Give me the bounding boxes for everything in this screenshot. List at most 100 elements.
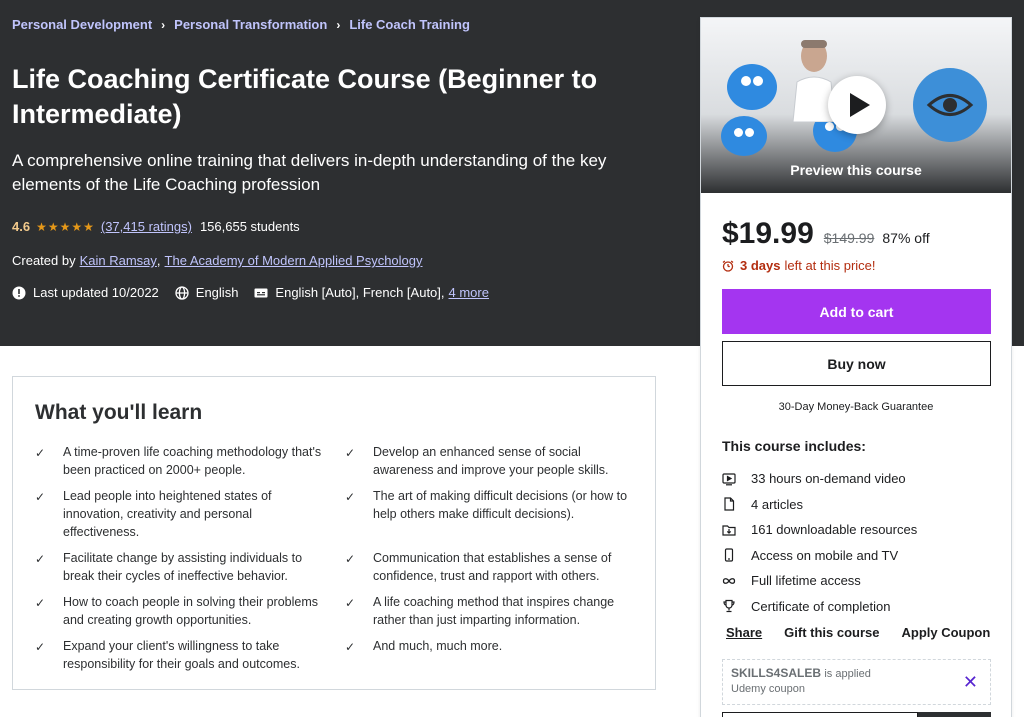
buy-now-button[interactable]: Buy now <box>722 341 991 386</box>
includes-list: 33 hours on-demand video 4 articles 161 … <box>722 466 992 619</box>
list-item: 4 articles <box>722 492 992 518</box>
last-updated: Last updated 10/2022 <box>12 285 159 300</box>
breadcrumb-personal-development[interactable]: Personal Development <box>12 17 152 32</box>
list-item: 161 downloadable resources <box>722 517 992 543</box>
apply-coupon-button[interactable]: Apply Coupon <box>902 625 991 640</box>
breadcrumb: Personal Development › Personal Transfor… <box>12 17 470 32</box>
money-back-guarantee: 30-Day Money-Back Guarantee <box>778 401 934 413</box>
list-item: ✓ A time-proven life coaching methodology… <box>35 443 345 479</box>
discount-percent: 87% off <box>882 230 930 246</box>
purchase-sidebar: Preview this course $19.99 $149.99 87% o… <box>700 17 1012 717</box>
breadcrumb-life-coach-training[interactable]: Life Coach Training <box>349 17 470 32</box>
created-by-label: Created by <box>12 253 76 268</box>
globe-icon <box>175 285 189 300</box>
include-text: 4 articles <box>751 496 804 512</box>
learn-text: Lead people into heightened states of in… <box>63 489 272 539</box>
original-price: $149.99 <box>823 230 875 246</box>
include-text: 161 downloadable resources <box>751 522 918 538</box>
list-item: ✓ Communication that establishes a sense … <box>345 549 635 585</box>
last-updated-text: Last updated 10/2022 <box>33 285 159 300</box>
author-link-academy[interactable]: The Academy of Modern Applied Psychology <box>165 253 423 268</box>
course-headline: A comprehensive online training that del… <box>12 151 607 194</box>
price-timer: 3 days left at this price! <box>722 258 876 273</box>
star-rating-icon: ★★★★★ <box>36 219 95 234</box>
list-item: ✓ Develop an enhanced sense of social awa… <box>345 443 635 479</box>
trophy-icon <box>722 599 736 613</box>
learn-text: A time-proven life coaching methodology … <box>63 445 322 477</box>
include-text: 33 hours on-demand video <box>751 471 906 487</box>
mobile-icon <box>722 548 736 562</box>
learn-text: Develop an enhanced sense of social awar… <box>373 445 609 477</box>
check-icon: ✓ <box>35 552 46 566</box>
list-item: Access on mobile and TV <box>722 543 992 569</box>
breadcrumb-personal-transformation[interactable]: Personal Transformation <box>174 17 327 32</box>
learn-text: A life coaching method that inspires cha… <box>373 595 615 627</box>
coupon-input[interactable] <box>722 712 918 717</box>
preview-label: Preview this course <box>790 162 922 178</box>
captions-text: English [Auto], French [Auto], <box>275 285 445 300</box>
includes-title: This course includes: <box>722 438 866 454</box>
page-title: Life Coaching Certificate Course (Beginn… <box>12 64 598 129</box>
check-icon: ✓ <box>345 596 356 610</box>
language-text: English <box>195 285 239 300</box>
chevron-right-icon: › <box>161 17 166 32</box>
more-captions-link[interactable]: 4 more <box>449 285 489 300</box>
price-row: $19.99 $149.99 87% off <box>722 217 930 251</box>
check-icon: ✓ <box>35 596 46 610</box>
list-item: ✓ A life coaching method that inspires ch… <box>345 593 635 629</box>
course-actions: Share Gift this course Apply Coupon <box>726 625 990 640</box>
learn-text: How to coach people in solving their pro… <box>63 595 318 627</box>
share-button[interactable]: Share <box>726 625 762 640</box>
created-by-row: Created by Kain Ramsay, The Academy of M… <box>12 253 423 268</box>
current-price: $19.99 <box>722 217 814 250</box>
include-text: Full lifetime access <box>751 573 861 589</box>
timer-days: 3 days <box>740 258 781 273</box>
speech-bubble-icon <box>721 116 767 156</box>
course-preview-video[interactable]: Preview this course <box>701 18 1011 193</box>
author-link-kain-ramsay[interactable]: Kain Ramsay <box>80 253 157 268</box>
course-captions: English [Auto], French [Auto], 4 more <box>254 285 489 300</box>
include-text: Access on mobile and TV <box>751 547 899 563</box>
video-icon <box>722 472 736 486</box>
list-item: Full lifetime access <box>722 568 992 594</box>
timer-text: left at this price! <box>784 258 876 273</box>
include-text: Certificate of completion <box>751 598 891 614</box>
what-youll-learn: What you'll learn ✓ A time-proven life co… <box>12 376 656 690</box>
add-to-cart-button[interactable]: Add to cart <box>722 289 991 334</box>
coupon-code-line: SKILLS4SALEB is applied <box>731 666 982 680</box>
list-item: 33 hours on-demand video <box>722 466 992 492</box>
list-item: ✓ The art of making difficult decisions (… <box>345 487 635 541</box>
play-icon[interactable] <box>828 76 886 134</box>
students-count: 156,655 students <box>199 219 300 234</box>
list-item: ✓ Lead people into heightened states of i… <box>35 487 345 541</box>
course-language: English <box>175 285 239 300</box>
list-item: ✓ How to coach people in solving their pr… <box>35 593 345 629</box>
coupon-code: SKILLS4SALEB <box>731 666 822 680</box>
list-item: ✓ And much, much more. <box>345 637 635 673</box>
rating-row: 4.6 ★★★★★ (37,415 ratings) 156,655 stude… <box>12 219 300 234</box>
close-icon[interactable]: ✕ <box>963 672 978 693</box>
gift-course-button[interactable]: Gift this course <box>784 625 879 640</box>
check-icon: ✓ <box>345 446 356 460</box>
applied-coupon: SKILLS4SALEB is applied Udemy coupon ✕ <box>722 659 991 705</box>
learn-text: And much, much more. <box>373 639 503 653</box>
check-icon: ✓ <box>35 446 46 460</box>
check-icon: ✓ <box>345 490 356 504</box>
alarm-clock-icon <box>722 260 734 272</box>
check-icon: ✓ <box>345 640 356 654</box>
coupon-applied-text: is applied <box>824 668 871 680</box>
infinity-icon <box>722 574 736 588</box>
list-item: ✓ Expand your client's willingness to tak… <box>35 637 345 673</box>
learn-text: Facilitate change by assisting individua… <box>63 551 303 583</box>
ratings-count-link[interactable]: (37,415 ratings) <box>101 219 192 234</box>
list-item: Certificate of completion <box>722 594 992 620</box>
coupon-apply-button[interactable] <box>918 712 991 717</box>
learn-text: Expand your client's willingness to take… <box>63 639 300 671</box>
course-meta-row: Last updated 10/2022 English English [Au… <box>12 285 489 300</box>
check-icon: ✓ <box>345 552 356 566</box>
closed-captions-icon <box>254 286 268 300</box>
learn-list: ✓ A time-proven life coaching methodology… <box>35 443 633 681</box>
author-separator: , <box>156 253 161 268</box>
learn-text: Communication that establishes a sense o… <box>373 551 612 583</box>
speech-bubble-icon <box>727 64 777 110</box>
